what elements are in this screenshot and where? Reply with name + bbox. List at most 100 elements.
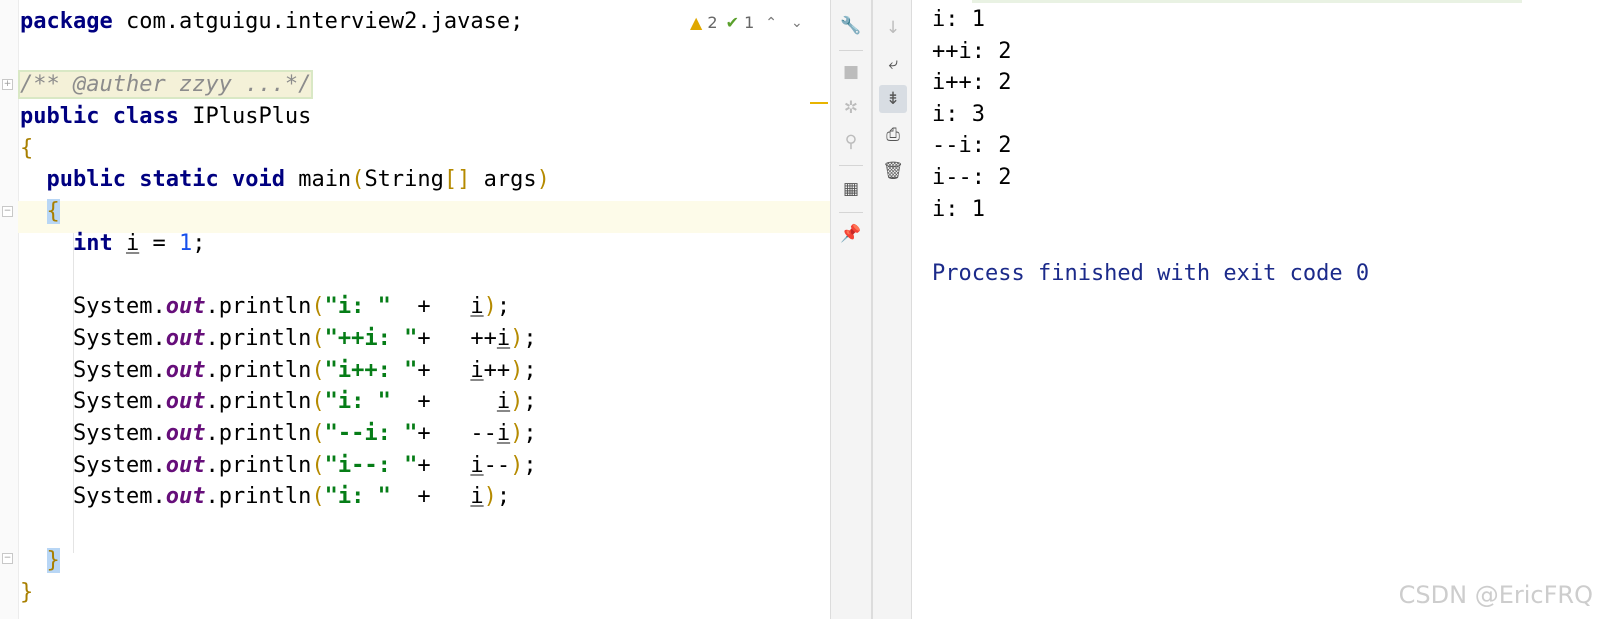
code-line-doc-comment[interactable]: /** @auther zzyy ...*/ xyxy=(17,69,314,101)
variable-i: i xyxy=(470,484,484,509)
semicolon: ; xyxy=(523,326,537,351)
code-line-main-close[interactable]: } xyxy=(20,545,60,577)
fold-toggle-main[interactable]: − xyxy=(2,206,13,217)
concat-operator: + xyxy=(417,421,471,446)
divider xyxy=(839,165,863,166)
typos-indicator[interactable]: ✔ 1 xyxy=(726,10,755,36)
divider xyxy=(839,50,863,51)
divider xyxy=(839,212,863,213)
string-literal: "i++: " xyxy=(324,358,418,383)
code-line-println[interactable]: System.out.println("i--: "+ i--); xyxy=(20,450,537,482)
concat-operator: + xyxy=(417,326,471,351)
param-name: args xyxy=(470,167,537,192)
number-literal: 1 xyxy=(178,231,193,256)
string-literal: "i: " xyxy=(324,294,391,319)
class-system: System. xyxy=(72,294,166,319)
variable-i: i xyxy=(496,421,511,446)
semicolon: ; xyxy=(496,484,511,509)
code-line-class-close[interactable]: } xyxy=(20,577,33,609)
variable-i: i xyxy=(470,294,484,319)
error-stripe-mark[interactable] xyxy=(810,102,828,104)
keyword-class: class xyxy=(112,104,179,129)
layout-icon[interactable]: ▦ xyxy=(837,175,865,203)
method-println: .println xyxy=(205,453,312,478)
field-out: out xyxy=(165,453,206,478)
code-line-package[interactable]: package com.atguigu.interview2.javase; xyxy=(20,6,523,38)
field-out: out xyxy=(165,421,206,446)
class-system: System. xyxy=(72,453,166,478)
array-brackets: [] xyxy=(443,167,471,192)
scroll-to-end-icon[interactable]: ⇟ xyxy=(879,85,907,113)
field-out: out xyxy=(165,326,206,351)
warning-icon: ▲ xyxy=(690,13,703,32)
method-name: main xyxy=(284,167,352,192)
code-line-int-decl[interactable]: int i = 1; xyxy=(20,228,206,260)
console-tool-strip: ↓ ⤶ ⇟ ⎙ 🗑 xyxy=(872,0,912,619)
editor-tool-strip: 🔧 ■ ✲ ⚲ ▦ 📌 xyxy=(830,0,872,619)
variable-i: i xyxy=(496,389,511,414)
code-line-println[interactable]: System.out.println("--i: "+ --i); xyxy=(20,418,537,450)
fold-toggle-doc[interactable]: + xyxy=(2,79,13,90)
run-console[interactable]: i: 1 ++i: 2 i++: 2 i: 3 --i: 2 i--: 2 i: 1 Pro… xyxy=(912,0,1601,619)
inspection-widget[interactable]: ▲ 2 ✔ 1 ⌃ ⌄ xyxy=(690,10,806,36)
postfix-operator: -- xyxy=(483,453,511,478)
param-type: String xyxy=(364,167,444,192)
ok-count: 1 xyxy=(744,13,755,32)
editor-gutter[interactable]: + − − xyxy=(0,0,19,619)
keyword-static: static xyxy=(139,167,219,192)
concat-operator: + xyxy=(417,358,471,383)
semicolon: ; xyxy=(192,231,206,256)
code-line-main[interactable]: public static void main(String[] args) xyxy=(20,164,550,196)
console-output-line: i--: 2 xyxy=(932,165,1012,190)
console-output-line: --i: 2 xyxy=(932,133,1012,159)
postfix-operator: ++ xyxy=(483,358,511,383)
concat-operator: + xyxy=(390,294,471,319)
chevron-up-icon[interactable]: ⌃ xyxy=(762,10,780,36)
method-println: .println xyxy=(205,358,312,383)
string-literal: "i: " xyxy=(324,389,391,414)
code-line-println[interactable]: System.out.println("++i: "+ ++i); xyxy=(20,323,537,355)
code-line-println[interactable]: System.out.println("i: " + i); xyxy=(20,481,510,513)
string-literal: "i: " xyxy=(324,484,391,509)
field-out: out xyxy=(165,484,206,509)
field-out: out xyxy=(165,294,206,319)
field-out: out xyxy=(165,389,206,414)
code-line-main-open[interactable]: { xyxy=(20,196,60,228)
warnings-count: 2 xyxy=(707,13,718,32)
class-system: System. xyxy=(72,389,166,414)
concat-operator: + xyxy=(417,453,471,478)
soft-wrap-icon[interactable]: ⤶ xyxy=(879,50,907,78)
keyword-void: void xyxy=(231,167,285,192)
semicolon: ; xyxy=(496,294,511,319)
class-system: System. xyxy=(72,421,166,446)
code-line-println[interactable]: System.out.println("i: " + i); xyxy=(20,386,537,418)
doc-comment[interactable]: /** @auther zzyy ...*/ xyxy=(17,70,314,99)
arrow-down-icon[interactable]: ↓ xyxy=(879,14,907,42)
string-literal: "++i: " xyxy=(324,326,418,351)
string-literal: "i--: " xyxy=(324,453,418,478)
search-icon[interactable]: ⚲ xyxy=(837,128,865,156)
code-line-class[interactable]: public class IPlusPlus xyxy=(20,101,311,133)
warnings-indicator[interactable]: ▲ 2 xyxy=(690,10,718,36)
semicolon: ; xyxy=(523,389,537,414)
method-println: .println xyxy=(205,294,312,319)
pin-icon[interactable]: 📌 xyxy=(837,220,865,248)
semicolon: ; xyxy=(523,453,537,478)
code-editor[interactable]: + − − ▲ 2 ✔ 1 ⌃ ⌄ package com.atguigu.in… xyxy=(0,0,848,619)
prefix-operator: ++ xyxy=(470,326,497,351)
bug-icon[interactable]: ✲ xyxy=(837,94,865,122)
check-icon: ✔ xyxy=(725,13,739,32)
console-output-line: i: 1 xyxy=(932,7,985,32)
class-system: System. xyxy=(72,484,166,509)
print-icon[interactable]: ⎙ xyxy=(879,121,907,149)
console-output-line: i++: 2 xyxy=(932,70,1012,96)
method-println: .println xyxy=(205,484,312,509)
chevron-down-icon[interactable]: ⌄ xyxy=(788,10,806,36)
fold-toggle-main-end[interactable]: − xyxy=(2,553,13,564)
wrench-icon[interactable]: 🔧 xyxy=(837,12,865,40)
code-line-println[interactable]: System.out.println("i: " + i); xyxy=(20,291,510,323)
stop-icon[interactable]: ■ xyxy=(837,58,865,86)
trash-icon[interactable]: 🗑 xyxy=(879,157,907,185)
code-line-println[interactable]: System.out.println("i++: "+ i++); xyxy=(20,355,537,387)
code-line-class-open[interactable]: { xyxy=(20,133,33,165)
